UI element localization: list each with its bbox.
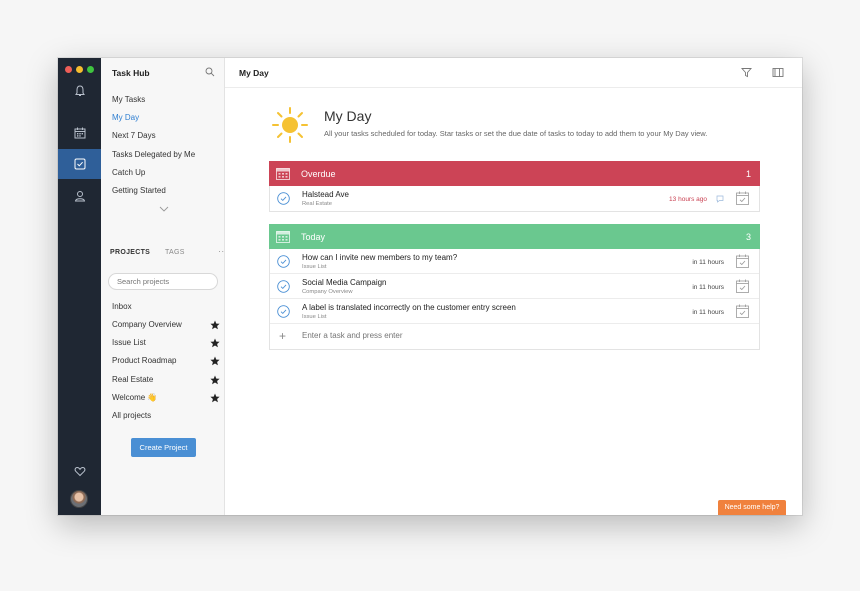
notifications-button[interactable] (58, 76, 101, 106)
new-task-input[interactable] (302, 331, 602, 340)
project-company-overview[interactable]: Company Overview (112, 320, 182, 329)
today-header[interactable]: Today 3 (269, 224, 760, 249)
app-title: Task Hub (112, 68, 150, 78)
create-project-button[interactable]: Create Project (131, 438, 196, 457)
task-due-time: in 11 hours (692, 309, 724, 316)
star-icon[interactable] (210, 375, 220, 385)
tasks-button[interactable] (58, 149, 101, 179)
complete-task-icon[interactable] (277, 192, 290, 205)
project-real-estate[interactable]: Real Estate (112, 375, 153, 384)
task-project: Real Estate (302, 201, 332, 207)
top-bar: My Day (225, 58, 802, 88)
task-project: Issue List (302, 264, 327, 270)
complete-task-icon[interactable] (277, 255, 290, 268)
calendar-icon (276, 231, 290, 243)
task-project: Issue List (302, 314, 327, 320)
task-due-time: in 11 hours (692, 259, 724, 266)
due-date-icon[interactable] (736, 254, 749, 268)
plus-icon[interactable]: + (279, 329, 286, 343)
side-panel-icon[interactable] (772, 67, 784, 78)
task-due-time: in 11 hours (692, 284, 724, 291)
tab-projects[interactable]: PROJECTS (110, 249, 150, 256)
close-window-button[interactable] (65, 66, 72, 73)
help-button[interactable]: Need some help? (718, 500, 786, 515)
overdue-label: Overdue (301, 169, 336, 179)
minimize-window-button[interactable] (76, 66, 83, 73)
nav-tasks-delegated[interactable]: Tasks Delegated by Me (112, 150, 195, 159)
calendar-icon (74, 127, 85, 139)
sun-icon (272, 107, 308, 143)
calendar-icon (276, 168, 290, 180)
hero-subtitle: All your tasks scheduled for today. Star… (324, 129, 708, 138)
people-icon (74, 191, 85, 202)
heart-icon (74, 466, 85, 477)
hero-title: My Day (324, 108, 372, 124)
today-label: Today (301, 232, 326, 242)
project-inbox[interactable]: Inbox (112, 302, 132, 311)
overdue-task-list: Halstead Ave Real Estate 13 hours ago (269, 186, 760, 212)
search-projects-input[interactable] (108, 273, 218, 290)
icon-rail (58, 58, 101, 515)
complete-task-icon[interactable] (277, 305, 290, 318)
task-project: Company Overview (302, 289, 353, 295)
favorites-button[interactable] (58, 456, 101, 486)
star-icon[interactable] (210, 338, 220, 348)
due-date-icon[interactable] (736, 279, 749, 293)
task-title: Social Media Campaign (302, 278, 387, 287)
checkbox-icon (74, 158, 85, 170)
page-title: My Day (239, 68, 269, 78)
sidebar: Task Hub My Tasks My Day Next 7 Days Tas… (101, 58, 228, 515)
app-window: Task Hub My Tasks My Day Next 7 Days Tas… (58, 58, 802, 515)
star-icon[interactable] (210, 320, 220, 330)
search-icon[interactable] (205, 67, 215, 77)
today-count: 3 (745, 232, 751, 242)
task-row[interactable]: Halstead Ave Real Estate 13 hours ago (270, 186, 759, 211)
today-section: Today 3 How can I invite new members to … (269, 224, 760, 350)
overdue-section: Overdue 1 Halstead Ave Real Estate 13 ho… (269, 161, 760, 212)
project-product-roadmap[interactable]: Product Roadmap (112, 356, 176, 365)
all-projects-link[interactable]: All projects (112, 411, 151, 420)
maximize-window-button[interactable] (87, 66, 94, 73)
comment-icon[interactable] (716, 195, 724, 203)
tab-tags[interactable]: TAGS (165, 249, 185, 256)
star-icon[interactable] (210, 356, 220, 366)
task-due-time: 13 hours ago (669, 196, 707, 203)
task-row[interactable]: Social Media Campaign Company Overview i… (270, 274, 759, 299)
due-date-icon[interactable] (736, 304, 749, 318)
project-issue-list[interactable]: Issue List (112, 338, 146, 347)
due-date-icon[interactable] (736, 191, 749, 205)
main-content: My Day My Day All your tasks scheduled f… (225, 58, 802, 515)
task-row[interactable]: How can I invite new members to my team?… (270, 249, 759, 274)
nav-next-7-days[interactable]: Next 7 Days (112, 131, 156, 140)
task-title: How can I invite new members to my team? (302, 253, 458, 262)
project-welcome[interactable]: Welcome 👋 (112, 393, 157, 402)
task-title: A label is translated incorrectly on the… (302, 303, 516, 312)
add-task-row: + (270, 324, 759, 349)
star-icon[interactable] (210, 393, 220, 403)
avatar[interactable] (70, 490, 88, 508)
nav-getting-started[interactable]: Getting Started (112, 186, 166, 195)
calendar-button[interactable] (58, 118, 101, 148)
nav-my-day[interactable]: My Day (112, 113, 139, 122)
complete-task-icon[interactable] (277, 280, 290, 293)
window-controls (65, 66, 94, 73)
overdue-header[interactable]: Overdue 1 (269, 161, 760, 186)
task-title: Halstead Ave (302, 190, 349, 199)
bell-icon (74, 85, 85, 96)
overdue-count: 1 (745, 169, 751, 179)
today-task-list: How can I invite new members to my team?… (269, 249, 760, 350)
nav-my-tasks[interactable]: My Tasks (112, 95, 145, 104)
task-row[interactable]: A label is translated incorrectly on the… (270, 299, 759, 324)
filter-icon[interactable] (741, 67, 752, 78)
nav-catch-up[interactable]: Catch Up (112, 168, 145, 177)
chevron-down-icon[interactable] (159, 206, 169, 212)
contacts-button[interactable] (58, 181, 101, 211)
